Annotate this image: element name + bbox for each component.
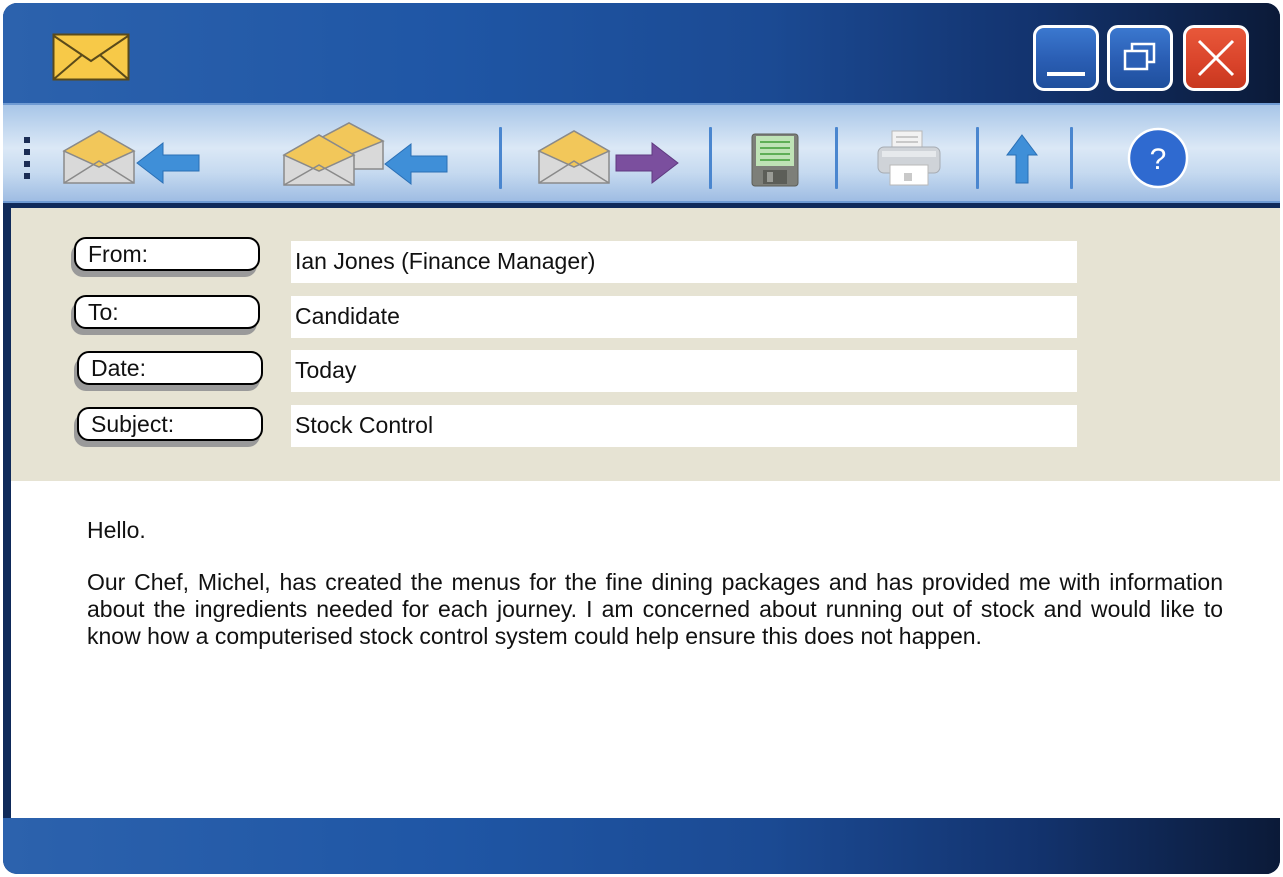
to-label-tab: To: [71, 295, 260, 335]
arrow-up-icon [1006, 134, 1038, 184]
email-window: ? From: Ian Jones (Finance Manager) To: … [3, 3, 1280, 874]
from-label-tab: From: [71, 237, 260, 277]
status-bar [3, 818, 1280, 874]
message-text: Our Chef, Michel, has created the menus … [87, 569, 1223, 649]
date-label-tab: Date: [74, 351, 263, 391]
minimize-button[interactable] [1033, 25, 1099, 91]
message-body[interactable]: Hello. Our Chef, Michel, has created the… [11, 481, 1280, 818]
message-greeting: Hello. [87, 517, 146, 543]
toolbar-separator [499, 127, 502, 189]
up-button[interactable] [1005, 133, 1039, 185]
toolbar-grip-icon[interactable] [24, 137, 32, 179]
to-label: To: [74, 295, 260, 329]
toolbar-separator [835, 127, 838, 189]
help-button[interactable]: ? [1127, 127, 1189, 189]
toolbar-separator [976, 127, 979, 189]
date-label: Date: [77, 351, 263, 385]
help-icon: ? [1127, 127, 1189, 189]
restore-icon [1123, 42, 1156, 71]
toolbar-separator [709, 127, 712, 189]
subject-label-tab: Subject: [74, 407, 263, 447]
forward-button[interactable] [536, 127, 682, 187]
close-button[interactable] [1183, 25, 1249, 91]
print-button[interactable] [876, 129, 942, 187]
to-field[interactable]: Candidate [291, 296, 1077, 338]
from-field[interactable]: Ian Jones (Finance Manager) [291, 241, 1077, 283]
floppy-disk-icon [751, 133, 799, 187]
subject-field[interactable]: Stock Control [291, 405, 1077, 447]
toolbar: ? [3, 103, 1280, 203]
date-field[interactable]: Today [291, 350, 1077, 392]
save-button[interactable] [751, 133, 799, 187]
close-icon [1197, 39, 1235, 77]
reply-button[interactable] [61, 127, 203, 187]
printer-icon [877, 130, 941, 186]
message-header: From: Ian Jones (Finance Manager) To: Ca… [11, 208, 1280, 482]
envelope-icon [52, 33, 130, 81]
forward-envelope-icon [537, 130, 611, 184]
toolbar-separator [1070, 127, 1073, 189]
reply-all-button[interactable] [281, 119, 449, 189]
minimize-icon [1047, 72, 1085, 76]
help-label: ? [1150, 143, 1167, 176]
reply-envelope-icon [62, 130, 136, 184]
restore-button[interactable] [1107, 25, 1173, 91]
title-bar [3, 3, 1280, 103]
subject-label: Subject: [77, 407, 263, 441]
reply-all-envelope-icon [282, 122, 385, 186]
from-label: From: [74, 237, 260, 271]
